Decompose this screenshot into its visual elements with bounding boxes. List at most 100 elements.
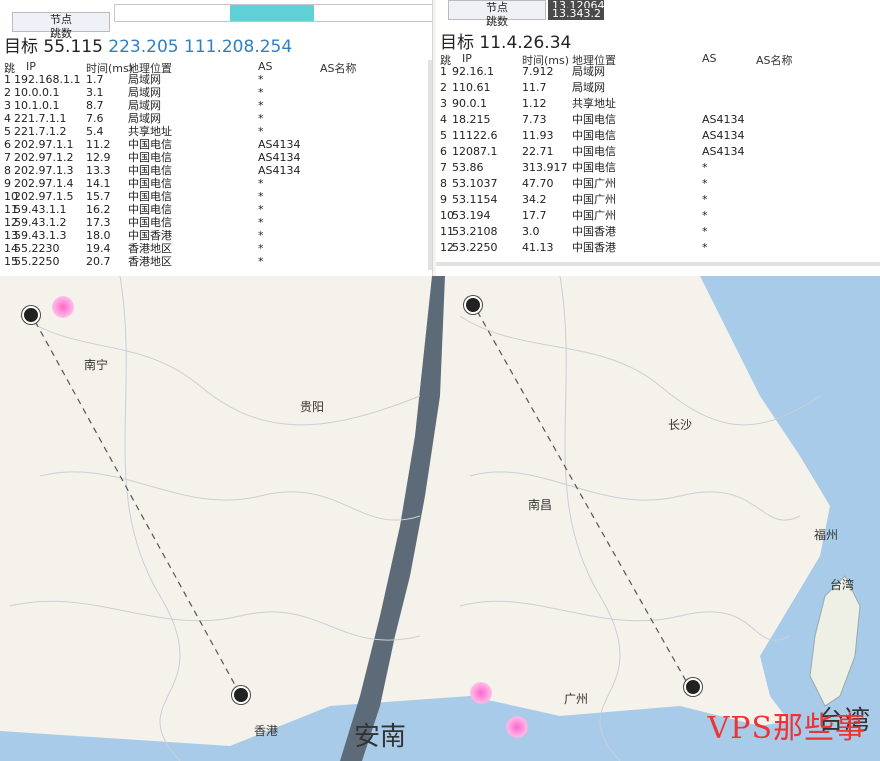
right-title-ip: 11.4.26.34 <box>479 33 572 53</box>
right-title: 目标 11.4.26.34 <box>440 28 571 53</box>
left-title-ip-c: 111.208.254 <box>184 37 293 57</box>
cell-as: * <box>702 193 708 206</box>
cell-ip: 59.43.1.1 <box>14 203 67 216</box>
route-star-right[interactable] <box>470 682 492 704</box>
table-row[interactable]: 1 192.168.1.1 1.7 局域网 * <box>0 74 432 87</box>
right-node-tab[interactable]: 节点 跳数 <box>448 0 546 28</box>
cell-hop: 9 <box>4 177 11 190</box>
cell-loc: 局域网 <box>128 73 161 86</box>
cell-ms: 18.0 <box>86 229 111 242</box>
cell-ms: 17.7 <box>522 209 547 222</box>
cell-hop: 5 <box>4 125 11 138</box>
cell-loc: 中国香港 <box>572 241 616 254</box>
table-row[interactable]: 2 10.0.0.1 3.1 局域网 * <box>0 87 432 100</box>
cell-ip: 53.194 <box>452 209 491 222</box>
cell-ms: 16.2 <box>86 203 111 216</box>
table-row[interactable]: 15 55.2250 20.7 香港地区 * <box>0 256 432 269</box>
cell-ip: 11122.6 <box>452 129 498 142</box>
cell-ms: 14.1 <box>86 177 111 190</box>
map-label-nanning: 南宁 <box>84 358 109 372</box>
cell-hop: 4 <box>4 112 11 125</box>
table-row[interactable]: 2 110.61 11.7 局域网 <box>436 82 880 98</box>
table-row[interactable]: 5 11122.6 11.93 中国电信 AS4134 <box>436 130 880 146</box>
cell-ip: 110.61 <box>452 81 491 94</box>
cell-as: * <box>258 190 264 203</box>
cell-ms: 7.73 <box>522 113 547 126</box>
cell-as: AS4134 <box>702 129 745 142</box>
cell-loc: 局域网 <box>128 99 161 112</box>
table-row[interactable]: 14 55.2230 19.4 香港地区 * <box>0 243 432 256</box>
table-row[interactable]: 6 12087.1 22.71 中国电信 AS4134 <box>436 146 880 162</box>
cell-hop: 1 <box>4 73 11 86</box>
cell-as: AS4134 <box>258 151 301 164</box>
cell-as: * <box>258 112 264 125</box>
table-row[interactable]: 9 53.1154 34.2 中国广州 * <box>436 194 880 210</box>
right-col-as: AS <box>702 52 717 65</box>
right-col-ip: IP <box>462 52 472 65</box>
route-star-left[interactable] <box>52 296 74 318</box>
left-start-button[interactable] <box>230 5 314 21</box>
left-col-ip: IP <box>26 60 36 73</box>
table-row[interactable]: 4 18.215 7.73 中国电信 AS4134 <box>436 114 880 130</box>
cell-ms: 7.912 <box>522 65 554 78</box>
cell-ip: 202.97.1.1 <box>14 138 74 151</box>
cell-ms: 15.7 <box>86 190 111 203</box>
cell-ms: 3.1 <box>86 86 104 99</box>
left-scrollbar[interactable] <box>428 60 432 270</box>
cell-loc: 中国香港 <box>572 225 616 238</box>
table-row[interactable]: 8 53.1037 47.70 中国广州 * <box>436 178 880 194</box>
table-row[interactable]: 3 90.0.1 1.12 共享地址 <box>436 98 880 114</box>
cell-ip: 202.97.1.2 <box>14 151 74 164</box>
cell-as: * <box>258 99 264 112</box>
route-map[interactable]: 南宁 贵阳 长沙 南昌 福州 广州 香港 台湾 安南 台湾 VPS那些事 <box>0 276 880 761</box>
node-tab[interactable]: 节点 跳数 <box>12 12 110 40</box>
cell-ip: 18.215 <box>452 113 491 126</box>
cell-ip: 221.7.1.2 <box>14 125 67 138</box>
cell-hop: 8 <box>4 164 11 177</box>
cell-as: * <box>702 225 708 238</box>
watermark: VPS那些事 <box>707 711 866 746</box>
cell-ms: 5.4 <box>86 125 104 138</box>
cell-as: * <box>702 209 708 222</box>
cell-ip: 53.2250 <box>452 241 498 254</box>
cell-ms: 313.917 <box>522 161 568 174</box>
cell-loc: 中国电信 <box>128 164 172 177</box>
cell-hop: 6 <box>4 138 11 151</box>
route-end-pin-right[interactable] <box>684 678 702 696</box>
map-label-guiyang: 贵阳 <box>300 400 325 414</box>
cell-ms: 19.4 <box>86 242 111 255</box>
left-traceroute-panel: 节点 跳数 目标 55.115 223.205 111.208.254 跳 IP… <box>0 0 433 276</box>
left-title-ip-b: 223.205 <box>108 37 179 57</box>
route-end-pin-left[interactable] <box>232 686 250 704</box>
cell-loc: 中国电信 <box>128 216 172 229</box>
cell-ip: 202.97.1.3 <box>14 164 74 177</box>
cell-ip: 53.1037 <box>452 177 498 190</box>
table-row[interactable]: 7 53.86 313.917 中国电信 * <box>436 162 880 178</box>
table-row[interactable]: 11 53.2108 3.0 中国香港 * <box>436 226 880 242</box>
cell-as: * <box>258 229 264 242</box>
cell-ip: 53.1154 <box>452 193 498 206</box>
table-row[interactable]: 12 53.2250 41.13 中国香港 * <box>436 242 880 258</box>
cell-hop: 9 <box>440 193 447 206</box>
route-start-pin-left[interactable] <box>22 306 40 324</box>
cell-hop: 2 <box>440 81 447 94</box>
cell-as: * <box>258 86 264 99</box>
right-scrollbar[interactable] <box>436 262 880 266</box>
cell-loc: 中国电信 <box>572 129 616 142</box>
left-title-prefix: 目标 <box>4 37 38 57</box>
cell-loc: 共享地址 <box>128 125 172 138</box>
cell-ip: 10.1.0.1 <box>14 99 60 112</box>
table-row[interactable]: 13 59.43.1.3 18.0 中国香港 * <box>0 230 432 243</box>
map-label-taiwan: 台湾 <box>830 578 855 592</box>
table-row[interactable]: 1 92.16.1 7.912 局域网 <box>436 66 880 82</box>
route-start-pin-right[interactable] <box>464 296 482 314</box>
cell-loc: 香港地区 <box>128 242 172 255</box>
route-star-right-2[interactable] <box>506 716 528 738</box>
cell-ms: 11.7 <box>522 81 547 94</box>
cell-loc: 中国电信 <box>128 151 172 164</box>
cell-as: AS4134 <box>702 113 745 126</box>
right-traceroute-panel: 节点 跳数 13.12064 13.343.2 目标 11.4.26.34 跳 … <box>436 0 880 276</box>
table-row[interactable]: 10 53.194 17.7 中国广州 * <box>436 210 880 226</box>
map-label-changsha: 长沙 <box>668 418 693 432</box>
cell-ms: 20.7 <box>86 255 111 268</box>
